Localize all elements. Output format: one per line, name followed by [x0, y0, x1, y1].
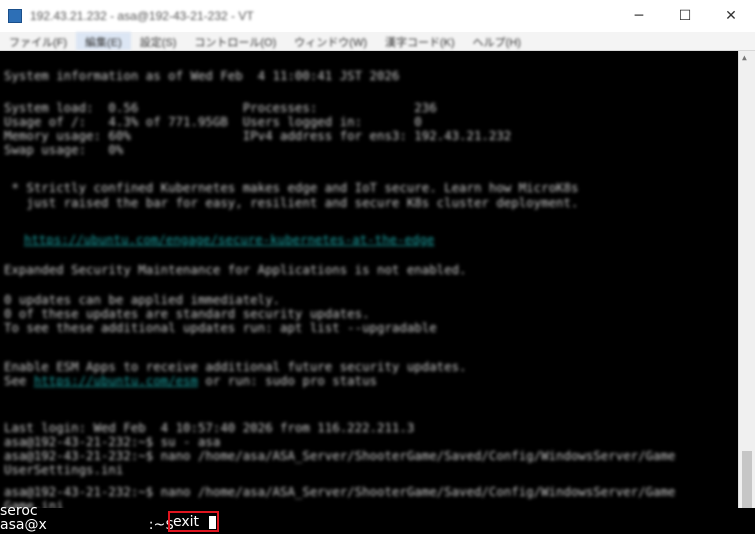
menu-help[interactable]: ヘルプ(H) [464, 32, 530, 50]
history-line: asa@192-43-21-232:~$ nano /home/asa/ASA_… [4, 484, 676, 499]
history-line: Last login: Wed Feb 4 10:57:40 2026 from… [4, 420, 415, 435]
command-input[interactable]: exit [173, 515, 199, 529]
esm-apps-suffix: or run: sudo pro status [197, 373, 378, 388]
menu-file[interactable]: ファイル(F) [0, 32, 76, 50]
history-line: asa@192-43-21-232:~$ nano /home/asa/ASA_… [4, 448, 676, 463]
history-line: asa@192-43-21-232:~$ su - asa [4, 434, 221, 449]
sysinfo-line: Memory usage: 60% IPv4 address for ens3:… [4, 128, 512, 143]
prompt-line: asa@x:~$ [0, 518, 174, 532]
updates-line: To see these additional updates run: apt… [4, 320, 437, 335]
menu-control[interactable]: コントロール(O) [185, 32, 285, 50]
prompt-user: asa@x [0, 517, 47, 533]
sysinfo-header: System information as of Wed Feb 4 11:00… [4, 68, 400, 83]
app-icon [8, 9, 22, 23]
maximize-button[interactable]: ☐ [662, 0, 708, 32]
news-link[interactable]: https://ubuntu.com/engage/secure-kuberne… [24, 233, 434, 247]
scroll-up-arrow-icon[interactable]: ▲ [742, 53, 747, 62]
esm-apps-prefix: See [4, 373, 34, 388]
vertical-scrollbar[interactable]: ▲ ▼ [738, 51, 755, 534]
window-title: 192.43.21.232 - asa@192-43-21-232 - VT [30, 9, 254, 23]
menu-edit[interactable]: 編集(E) [76, 32, 131, 50]
esm-apps-link[interactable]: https://ubuntu.com/esm [34, 373, 198, 388]
redacted-hostname [46, 518, 149, 531]
esm-apps-line: See https://ubuntu.com/esm or run: sudo … [4, 374, 377, 388]
sysinfo-line: System load: 0.56 Processes: 236 [4, 100, 437, 115]
sysinfo-line: Usage of /: 4.3% of 771.95GB Users logge… [4, 114, 422, 129]
esm-notice: Expanded Security Maintenance for Applic… [4, 262, 467, 277]
scrollbar-thumb[interactable] [742, 451, 752, 511]
partial-output-line: seroc [0, 503, 38, 519]
updates-line: 0 of these updates are standard security… [4, 306, 370, 321]
terminal-output[interactable]: System information as of Wed Feb 4 11:00… [0, 51, 738, 534]
menu-setup[interactable]: 設定(S) [131, 32, 186, 50]
menu-kanji-code[interactable]: 漢字コード(K) [376, 32, 464, 50]
title-bar[interactable]: 192.43.21.232 - asa@192-43-21-232 - VT ─… [0, 0, 755, 32]
highlighted-command-box: exit [168, 511, 219, 532]
news-line: just raised the bar for easy, resilient … [4, 195, 579, 210]
updates-line: 0 updates can be applied immediately. [4, 292, 281, 307]
sysinfo-line: Swap usage: 0% [4, 142, 124, 157]
news-line: * Strictly confined Kubernetes makes edg… [4, 180, 579, 195]
history-line: UserSettings.ini [4, 462, 124, 477]
close-button[interactable]: ✕ [708, 0, 754, 32]
terminal-window: 192.43.21.232 - asa@192-43-21-232 - VT ─… [0, 0, 755, 534]
menu-bar: ファイル(F) 編集(E) 設定(S) コントロール(O) ウィンドウ(W) 漢… [0, 32, 755, 51]
prompt-area: seroc asa@x:~$ [0, 504, 755, 534]
menu-window[interactable]: ウィンドウ(W) [285, 32, 376, 50]
minimize-button[interactable]: ─ [616, 0, 662, 32]
esm-apps-line: Enable ESM Apps to receive additional fu… [4, 359, 467, 374]
text-cursor [209, 516, 216, 529]
